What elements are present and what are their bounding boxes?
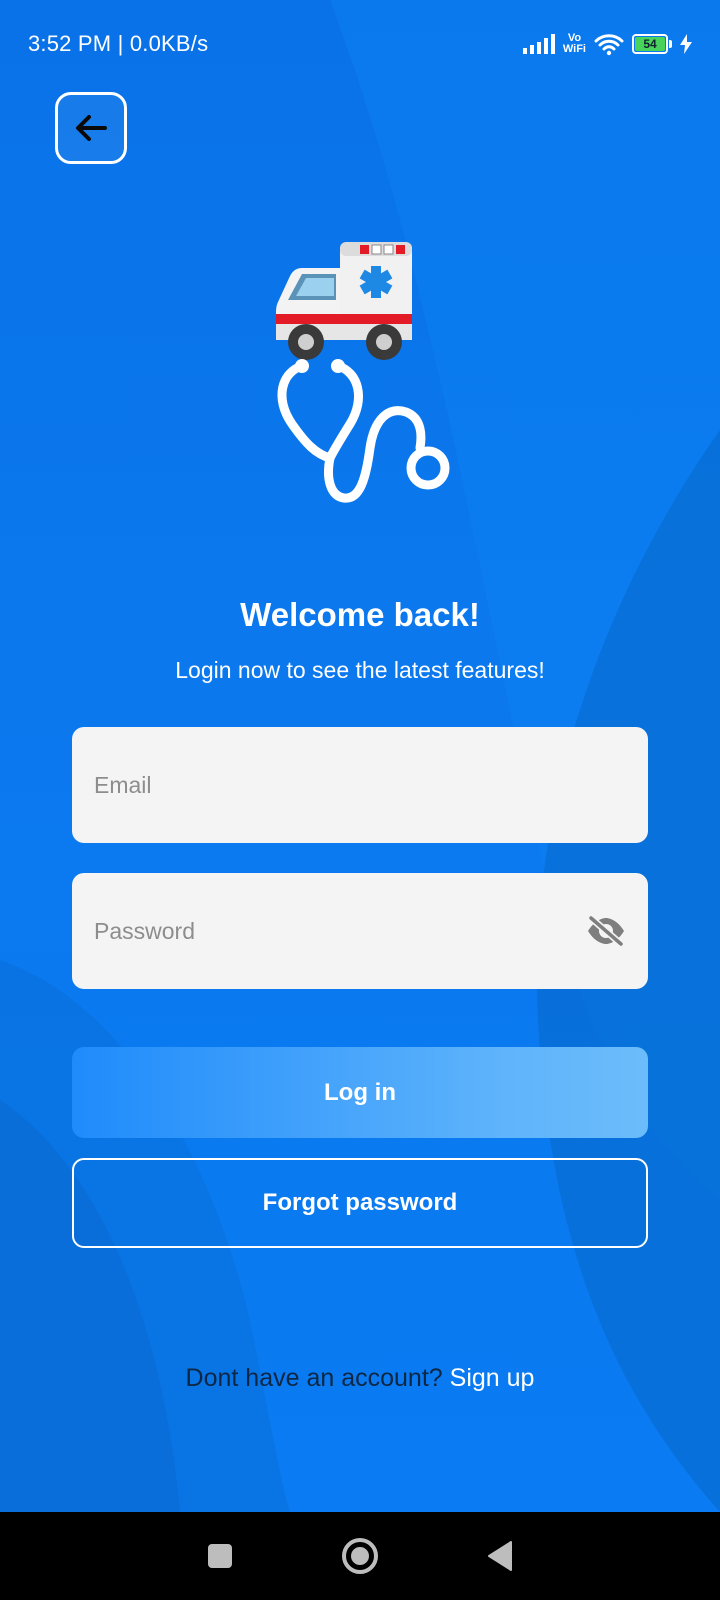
signup-row: Dont have an account? Sign up [0, 1364, 720, 1393]
password-input[interactable] [94, 917, 586, 945]
back-triangle-icon [488, 1541, 512, 1571]
back-button[interactable] [55, 92, 127, 164]
wifi-icon [594, 34, 624, 56]
status-bar: 3:52 PM | 0.0KB/s Vo WiFi 54 [0, 0, 720, 88]
battery-icon: 54 [632, 34, 672, 54]
forgot-password-button[interactable]: Forgot password [72, 1158, 648, 1248]
ambulance-icon [276, 242, 412, 360]
login-button[interactable]: Log in [72, 1047, 648, 1138]
recents-square-icon [208, 1544, 232, 1568]
status-icons: Vo WiFi 54 [522, 32, 692, 56]
signup-prompt: Dont have an account? [185, 1364, 443, 1392]
vowifi-bottom-label: WiFi [562, 43, 586, 55]
signal-icon [522, 34, 555, 54]
welcome-title: Welcome back! [240, 596, 480, 633]
status-time: 3:52 PM | 0.0KB/s [28, 31, 209, 56]
navigation-bar [0, 1512, 720, 1600]
recents-button[interactable] [190, 1526, 250, 1586]
signup-link[interactable]: Sign up [450, 1364, 535, 1392]
password-field[interactable] [72, 873, 648, 989]
back-nav-button[interactable] [470, 1526, 530, 1586]
login-screen: 3:52 PM | 0.0KB/s Vo WiFi 54 Welcome bac… [0, 0, 720, 1512]
eye-off-icon[interactable] [586, 915, 626, 947]
hero-illustration [270, 240, 470, 520]
welcome-subtitle: Login now to see the latest features! [175, 657, 545, 683]
arrow-left-icon [76, 115, 107, 141]
vowifi-indicator: Vo WiFi [563, 33, 586, 55]
email-input[interactable] [94, 771, 626, 799]
email-field[interactable] [72, 727, 648, 843]
stethoscope-icon [277, 359, 450, 503]
charging-bolt-icon [680, 34, 692, 54]
battery-level: 54 [635, 37, 665, 51]
home-button[interactable] [330, 1526, 390, 1586]
home-circle-icon [342, 1538, 378, 1574]
